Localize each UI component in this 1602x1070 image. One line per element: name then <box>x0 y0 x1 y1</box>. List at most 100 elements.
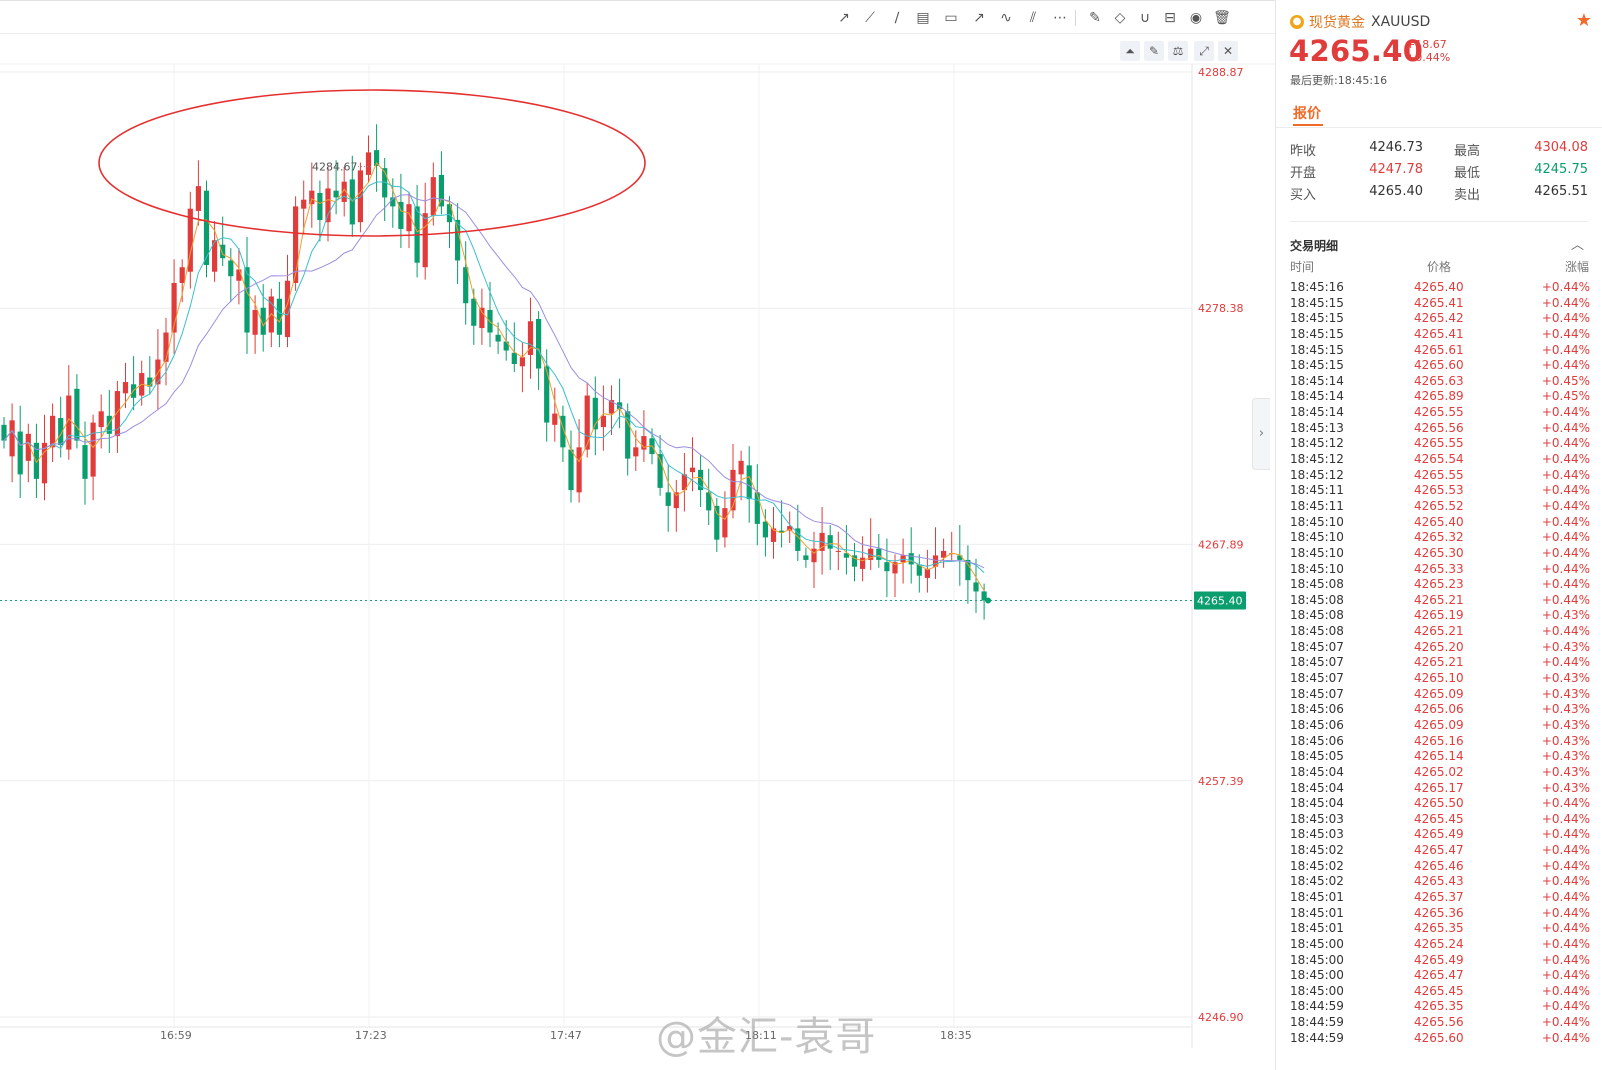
chevron-up-icon[interactable]: ︿ <box>1571 234 1584 253</box>
trade-change: +0.44% <box>1541 952 1590 967</box>
candlestick-chart[interactable]: 4288.87 4278.38 4267.89 4257.39 4246.90 16:59… <box>0 0 1275 1070</box>
trade-price: 4265.17 <box>1414 780 1464 795</box>
trade-time: 18:45:05 <box>1290 749 1344 764</box>
trade-time: 18:45:06 <box>1290 717 1344 732</box>
panel-collapse-toggle[interactable]: › <box>1252 398 1270 470</box>
trade-change: +0.43% <box>1541 764 1590 779</box>
trade-change: +0.43% <box>1541 749 1590 764</box>
trade-change: +0.44% <box>1541 827 1590 842</box>
trade-price: 4265.33 <box>1414 561 1464 576</box>
favorite-star-icon[interactable]: ★ <box>1576 10 1592 31</box>
trade-row: 18:45:07 4265.20 +0.43% <box>1276 640 1602 656</box>
candle-body <box>665 492 671 506</box>
price-change-pct: +0.44% <box>1406 51 1451 64</box>
trade-row: 18:45:08 4265.19 +0.43% <box>1276 608 1602 624</box>
trade-time: 18:45:10 <box>1290 561 1344 576</box>
trade-price: 4265.41 <box>1414 326 1464 341</box>
trade-row: 18:45:06 4265.06 +0.43% <box>1276 702 1602 718</box>
trade-time: 18:45:08 <box>1290 592 1344 607</box>
annotation-ellipse[interactable] <box>98 89 646 237</box>
current-price: 4265.40 <box>1289 34 1424 68</box>
trades-list[interactable]: 18:45:16 4265.40 +0.44% 18:45:15 4265.41 +0.4… <box>1276 280 1602 1046</box>
instrument-name[interactable]: 现货黄金 <box>1309 12 1365 32</box>
trade-price: 4265.43 <box>1414 874 1464 889</box>
candle-body <box>98 411 104 428</box>
candle-body <box>309 190 315 205</box>
candle-body <box>544 366 550 423</box>
trade-change: +0.43% <box>1541 702 1590 717</box>
trade-row: 18:45:16 4265.40 +0.44% <box>1276 280 1602 296</box>
trade-row: 18:45:04 4265.17 +0.43% <box>1276 781 1602 797</box>
trade-row: 18:45:08 4265.21 +0.44% <box>1276 624 1602 640</box>
trade-change: +0.44% <box>1541 405 1590 420</box>
trade-time: 18:44:59 <box>1290 1030 1344 1045</box>
trade-price: 4265.06 <box>1414 702 1464 717</box>
trade-change: +0.44% <box>1541 983 1590 998</box>
trade-change: +0.44% <box>1541 358 1590 373</box>
candle-body <box>714 505 720 540</box>
candle-body <box>633 447 639 457</box>
trade-change: +0.44% <box>1541 811 1590 826</box>
trade-time: 18:45:14 <box>1290 389 1344 404</box>
trade-price: 4265.14 <box>1414 749 1464 764</box>
trade-time: 18:45:13 <box>1290 420 1344 435</box>
trade-row: 18:45:01 4265.37 +0.44% <box>1276 890 1602 906</box>
candle-body <box>301 199 307 209</box>
trade-price: 4265.21 <box>1414 655 1464 670</box>
trade-row: 18:45:13 4265.56 +0.44% <box>1276 421 1602 437</box>
trade-row: 18:45:03 4265.49 +0.44% <box>1276 827 1602 843</box>
tab-quote[interactable]: 报价 <box>1293 103 1321 123</box>
trade-price: 4265.55 <box>1414 405 1464 420</box>
trade-price: 4265.19 <box>1414 608 1464 623</box>
trade-time: 18:45:15 <box>1290 358 1344 373</box>
candle-body <box>738 460 744 475</box>
trade-row: 18:45:00 4265.24 +0.44% <box>1276 937 1602 953</box>
trade-row: 18:45:15 4265.41 +0.44% <box>1276 327 1602 343</box>
trade-change: +0.44% <box>1541 905 1590 920</box>
trade-change: +0.43% <box>1541 671 1590 686</box>
trade-change: +0.45% <box>1541 373 1590 388</box>
trade-row: 18:45:10 4265.32 +0.44% <box>1276 530 1602 546</box>
chart-panel[interactable]: ↗ ⟋ ∕ ▤ ▭ ↗ ∿ ⫽ ⋯ ✎ ◇ ∪ ⊟ ◉ 🗑 ⏶ ✎ ⚖ ⤢ ✕ 4288.87 4278.38 4267… <box>0 0 1275 1070</box>
trade-row: 18:45:02 4265.46 +0.44% <box>1276 859 1602 875</box>
trade-price: 4265.37 <box>1414 889 1464 904</box>
peak-price-label: 4284.67 <box>312 161 358 174</box>
trade-time: 18:45:15 <box>1290 311 1344 326</box>
candle-body <box>568 449 574 491</box>
trade-price: 4265.10 <box>1414 671 1464 686</box>
trade-change: +0.44% <box>1541 999 1590 1014</box>
trade-row: 18:45:10 4265.33 +0.44% <box>1276 562 1602 578</box>
trade-time: 18:45:12 <box>1290 467 1344 482</box>
trade-change: +0.44% <box>1541 624 1590 639</box>
candle-body <box>957 555 963 560</box>
trade-price: 4265.24 <box>1414 936 1464 951</box>
trade-price: 4265.55 <box>1414 436 1464 451</box>
trade-price: 4265.20 <box>1414 639 1464 654</box>
candle-body <box>90 422 96 477</box>
candle-body <box>835 550 841 552</box>
trade-time: 18:45:08 <box>1290 624 1344 639</box>
trade-time: 18:45:03 <box>1290 827 1344 842</box>
trade-time: 18:45:00 <box>1290 936 1344 951</box>
trade-time: 18:45:07 <box>1290 655 1344 670</box>
trade-row: 18:45:15 4265.42 +0.44% <box>1276 311 1602 327</box>
trade-row: 18:44:59 4265.56 +0.44% <box>1276 1015 1602 1031</box>
trade-row: 18:45:08 4265.21 +0.44% <box>1276 593 1602 609</box>
trade-time: 18:45:10 <box>1290 530 1344 545</box>
trade-price: 4265.35 <box>1414 921 1464 936</box>
trade-time: 18:45:02 <box>1290 858 1344 873</box>
trade-time: 18:45:07 <box>1290 639 1344 654</box>
candle-body <box>479 307 485 329</box>
trade-time: 18:45:10 <box>1290 545 1344 560</box>
trade-change: +0.44% <box>1541 311 1590 326</box>
trade-time: 18:45:01 <box>1290 889 1344 904</box>
trade-price: 4265.56 <box>1414 1015 1464 1030</box>
trades-header-price: 价格 <box>1427 260 1452 274</box>
trade-time: 18:45:01 <box>1290 921 1344 936</box>
watermark: @金汇-袁哥 <box>656 1014 877 1060</box>
trade-price: 4265.09 <box>1414 717 1464 732</box>
last-updated: 最后更新:18:45:16 <box>1290 74 1388 87</box>
trade-row: 18:45:06 4265.16 +0.43% <box>1276 734 1602 750</box>
trade-row: 18:45:04 4265.50 +0.44% <box>1276 796 1602 812</box>
trade-time: 18:45:02 <box>1290 874 1344 889</box>
